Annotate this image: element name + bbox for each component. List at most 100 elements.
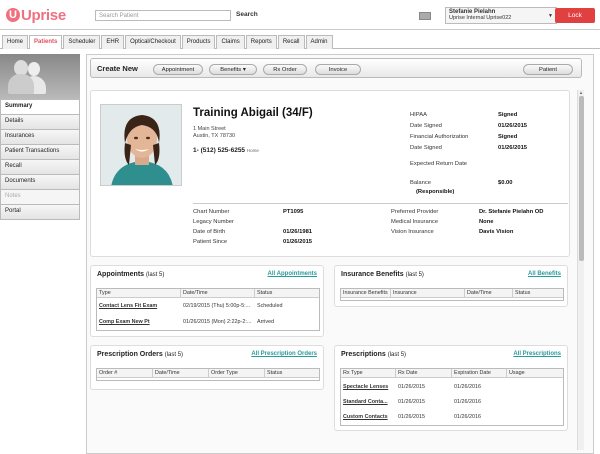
uprise-logo[interactable]: U Uprise [6,6,66,24]
vision-insurance-value: Davis Vision [479,229,514,235]
phone-prefix: 1- [193,147,199,154]
message-icon[interactable] [419,11,431,20]
table-row[interactable]: Custom Contacts 01/26/2015 01/26/2016 [341,411,563,423]
patient-name: Training Abigail (34/F) [193,107,313,119]
tab-products[interactable]: Products [181,35,216,49]
tab-recall[interactable]: Recall [277,35,305,49]
benefits-label: Benefits [220,66,242,73]
insurance-benefits-title: Insurance Benefits (last 5) [341,271,424,278]
rx-date: 01/26/2015 [398,384,425,390]
rx-date: 01/26/2015 [398,399,425,405]
patient-address: 1 Main Street Austin, TX 78730 [193,126,235,140]
prescriptions-table: Rx Type Rx Date Expiration Date Usage Sp… [340,368,564,426]
col-insurance-benefits: Insurance Benefits [341,289,391,297]
patients-avatar-icon [0,54,80,100]
rx-expiration: 01/26/2016 [454,399,481,405]
tab-claims[interactable]: Claims [216,35,245,49]
patient-phone: 1- (512) 525-6255 Home [193,147,259,154]
sidebar-item-portal[interactable]: Portal [0,205,80,220]
sidebar-item-patient-transactions[interactable]: Patient Transactions [0,145,80,160]
financial-auth-label: Financial Authorization [410,134,469,140]
col-status: Status [515,290,531,296]
col-datetime: Date/Time [153,369,209,377]
rx-type-link[interactable]: Custom Contacts [341,414,396,420]
balance-note: (Responsible) [416,189,455,195]
tab-reports[interactable]: Reports [245,35,277,49]
sidebar-item-details[interactable]: Details [0,115,80,130]
lock-button[interactable]: Lock [555,8,595,23]
table-row[interactable]: Contact Lens Fit Exam 02/19/2015 (Thu) 5… [97,300,319,312]
tab-patients[interactable]: Patients [29,35,63,49]
create-appointment-button[interactable]: Appointment [153,64,203,75]
prescription-orders-panel: Prescription Orders (last 5) All Prescri… [90,345,324,390]
hipaa-label: HIPAA [410,112,427,118]
tab-home[interactable]: Home [2,35,29,49]
table-row[interactable]: Standard Conta... 01/26/2015 01/26/2016 [341,396,563,408]
scrollbar-thumb[interactable] [579,96,584,261]
all-appointments-link[interactable]: All Appointments [268,271,317,277]
create-benefits-button[interactable]: Benefits ▾ [209,64,257,75]
sidebar-item-documents[interactable]: Documents [0,175,80,190]
patient-since-value: 01/26/2015 [283,239,313,245]
rx-type-link[interactable]: Spectacle Lenses [341,384,396,390]
legacy-number-label: Legacy Number [193,219,234,225]
top-bar: U Uprise Search Patient Search Stefanie … [0,0,600,30]
tab-optical-checkout[interactable]: Optical/Checkout [125,35,181,49]
prescriptions-panel: Prescriptions (last 5) All Prescriptions… [334,345,568,431]
all-benefits-link[interactable]: All Benefits [528,271,561,277]
all-prescriptions-link[interactable]: All Prescriptions [513,351,561,357]
divider [193,203,568,204]
tab-scheduler[interactable]: Scheduler [63,35,101,49]
table-row[interactable]: Comp Exam New Pt 01/26/2015 (Mon) 2:22p-… [97,316,319,328]
tab-ehr[interactable]: EHR [101,35,125,49]
appointments-panel: Appointments (last 5) All Appointments T… [90,265,324,337]
col-status: Status [267,370,283,376]
appointment-type-link[interactable]: Contact Lens Fit Exam [97,303,181,309]
date-signed-2-value: 01/26/2015 [498,145,528,151]
user-menu[interactable]: Stefanie Pielahn Uprise Internal Uprise0… [445,7,557,24]
search-button[interactable]: Search [236,11,258,18]
create-invoice-button[interactable]: Invoice [315,64,361,75]
search-input[interactable]: Search Patient [95,10,231,21]
expected-return-label: Expected Return Date [410,161,468,167]
rx-type-link[interactable]: Standard Conta... [341,399,396,405]
table-row[interactable]: Spectacle Lenses 01/26/2015 01/26/2016 [341,381,563,393]
col-usage: Usage [509,370,525,376]
patient-photo [100,104,182,186]
balance-value: $0.00 [498,180,513,186]
col-rx-date: Rx Date [396,369,452,377]
sidebar-item-summary[interactable]: Summary [0,100,80,115]
appointment-datetime: 01/26/2015 (Mon) 2:22p-2:... [183,319,252,325]
scrollbar[interactable]: ▲ [577,90,584,450]
col-datetime: Date/Time [465,289,513,297]
rx-date: 01/26/2015 [398,414,425,420]
medical-insurance-label: Medical Insurance [391,219,439,225]
prescription-orders-table: Order # Date/Time Order Type Status [96,368,320,381]
col-datetime: Date/Time [181,289,255,297]
col-insurance: Insurance [391,289,465,297]
phone-number: (512) 525-6255 [200,147,246,154]
phone-type: Home [246,148,259,153]
tab-admin[interactable]: Admin [305,35,333,49]
sidebar-item-insurances[interactable]: Insurances [0,130,80,145]
date-signed-label: Date Signed [410,123,442,129]
appointment-type-link[interactable]: Comp Exam New Pt [97,319,181,325]
all-prescription-orders-link[interactable]: All Prescription Orders [251,351,317,357]
appointments-table: Type Date/Time Status Contact Lens Fit E… [96,288,320,331]
appointment-status: Arrived [257,319,275,325]
address-line-2: Austin, TX 78730 [193,133,236,139]
col-expiration-date: Expiration Date [452,369,507,377]
create-rx-order-button[interactable]: Rx Order [263,64,307,75]
create-patient-button[interactable]: Patient [523,64,573,75]
preferred-provider-value: Dr. Stefanie Pielahn OD [479,209,544,215]
sidebar-item-recall[interactable]: Recall [0,160,80,175]
main-nav-tabs: Home Patients Scheduler EHR Optical/Chec… [0,35,600,49]
scroll-up-icon[interactable]: ▲ [579,90,583,95]
patient-since-label: Patient Since [193,239,228,245]
col-order-number: Order # [97,369,153,377]
create-new-bar: Create New Appointment Benefits ▾ Rx Ord… [90,58,582,78]
insurance-benefits-table: Insurance Benefits Insurance Date/Time S… [340,288,564,301]
user-widget: Stefanie Pielahn Uprise Internal Uprise0… [419,7,557,24]
rx-expiration: 01/26/2016 [454,414,481,420]
preferred-provider-label: Preferred Provider [391,209,439,215]
